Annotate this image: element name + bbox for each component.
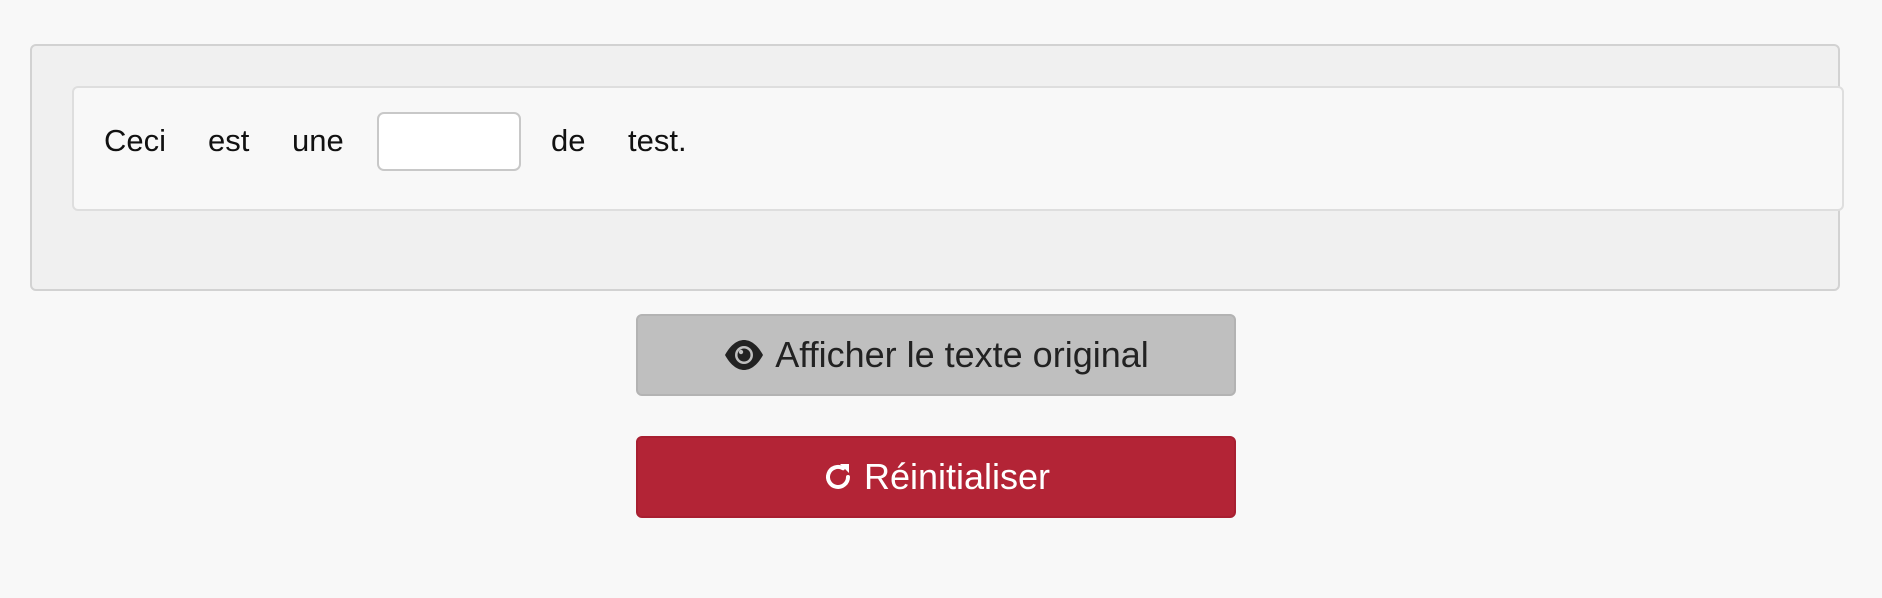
eye-icon: [723, 339, 765, 371]
blank-input[interactable]: [377, 112, 521, 171]
word-3: une: [292, 123, 344, 158]
word-2: est: [208, 123, 250, 158]
reset-button[interactable]: Réinitialiser: [636, 436, 1236, 518]
word-4: de: [551, 123, 586, 158]
reset-label: Réinitialiser: [863, 456, 1051, 497]
rotate-right-icon: [822, 461, 854, 493]
word-5: test.: [628, 123, 687, 158]
word-1: Ceci: [104, 123, 167, 158]
show-original-label: Afficher le texte original: [775, 334, 1149, 375]
show-original-button[interactable]: Afficher le texte original: [636, 314, 1236, 396]
